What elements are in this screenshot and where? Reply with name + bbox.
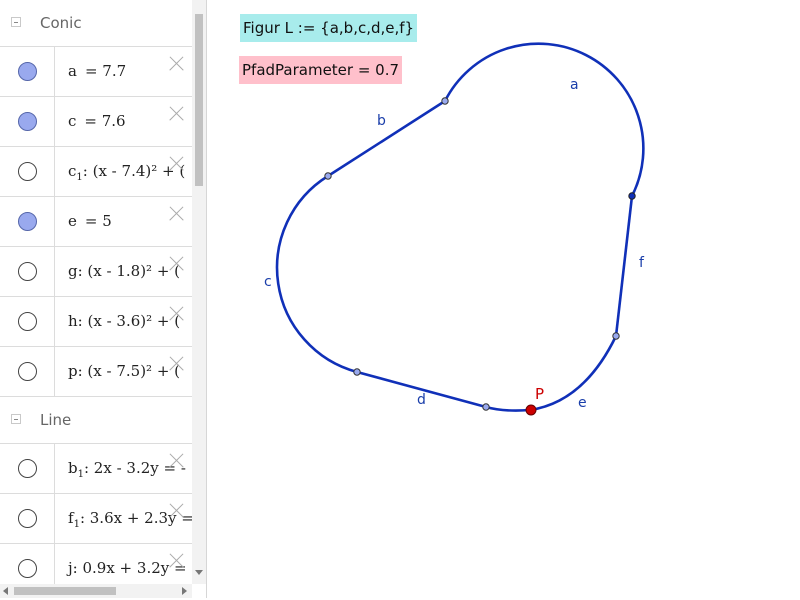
group-title: Line	[40, 411, 72, 429]
visibility-cell	[0, 97, 55, 146]
vertical-scrollbar[interactable]	[192, 0, 206, 584]
visibility-cell	[0, 47, 55, 96]
delete-icon[interactable]	[166, 551, 186, 571]
object-expression: : (x - 1.8)² + (	[77, 262, 181, 280]
delete-icon[interactable]	[166, 501, 186, 521]
vertex-point[interactable]	[441, 97, 449, 105]
path-parameter-text-box[interactable]: PfadParameter = 0.7	[239, 56, 403, 84]
algebra-row[interactable]: p: (x - 7.5)² + (	[0, 347, 192, 397]
object-name: p	[68, 362, 78, 380]
delete-icon[interactable]	[166, 204, 186, 224]
object-expression: = 7.7	[84, 62, 127, 80]
object-name: b	[68, 459, 78, 477]
graphics-canvas[interactable]: P a b c d e f	[212, 0, 800, 600]
delete-icon[interactable]	[166, 54, 186, 74]
visibility-toggle-icon[interactable]	[18, 559, 37, 578]
object-definition[interactable]: a = 7.7	[68, 62, 126, 80]
visibility-toggle-icon[interactable]	[18, 262, 37, 281]
delete-icon[interactable]	[166, 451, 186, 471]
algebra-row[interactable]: f1: 3.6x + 2.3y =	[0, 494, 194, 544]
visibility-toggle-icon[interactable]	[18, 362, 37, 381]
object-expression: = 7.6	[84, 112, 126, 130]
visibility-cell	[0, 347, 55, 396]
visibility-cell	[0, 147, 55, 196]
vertex-point[interactable]	[324, 172, 332, 180]
algebra-row[interactable]: a = 7.7	[0, 47, 192, 97]
object-expression: = 5	[84, 212, 112, 230]
object-name: e	[68, 212, 77, 230]
algebra-list: Conic a = 7.7 c = 7.6 c1: (x - 7.4)² + ( e = 5 g…	[0, 0, 194, 594]
object-name: a	[68, 62, 77, 80]
group-header-line[interactable]: Line	[0, 397, 192, 444]
visibility-toggle-icon[interactable]	[18, 212, 37, 231]
group-header-conic[interactable]: Conic	[0, 0, 192, 47]
delete-icon[interactable]	[166, 154, 186, 174]
object-definition[interactable]: h: (x - 3.6)² + (	[68, 312, 180, 330]
visibility-toggle-icon[interactable]	[18, 162, 37, 181]
label-f: f	[639, 255, 645, 271]
algebra-row[interactable]: c = 7.6	[0, 97, 192, 147]
vertex-point[interactable]	[612, 332, 620, 340]
scroll-down-arrow-icon[interactable]	[195, 570, 203, 575]
delete-icon[interactable]	[166, 104, 186, 124]
delete-icon[interactable]	[166, 354, 186, 374]
horizontal-scroll-thumb[interactable]	[14, 587, 116, 595]
visibility-cell	[0, 494, 55, 543]
visibility-cell	[0, 197, 55, 246]
visibility-cell	[0, 247, 55, 296]
label-c: c	[264, 274, 272, 290]
vertical-scroll-thumb[interactable]	[195, 14, 203, 186]
horizontal-scrollbar[interactable]	[0, 584, 192, 598]
collapse-icon[interactable]	[11, 17, 21, 27]
visibility-toggle-icon[interactable]	[18, 62, 37, 81]
point-p-label: P	[535, 385, 544, 403]
segment-f[interactable]	[614, 195, 634, 337]
algebra-view: Conic a = 7.7 c = 7.6 c1: (x - 7.4)² + ( e = 5 g…	[0, 0, 207, 598]
visibility-cell	[0, 444, 55, 493]
algebra-row[interactable]: c1: (x - 7.4)² + (	[0, 147, 192, 197]
label-a: a	[570, 77, 579, 93]
scroll-right-arrow-icon[interactable]	[182, 587, 187, 595]
label-b: b	[377, 113, 386, 129]
object-definition[interactable]: c = 7.6	[68, 112, 126, 130]
algebra-row[interactable]: h: (x - 3.6)² + (	[0, 297, 192, 347]
object-name: h	[68, 312, 78, 330]
object-definition[interactable]: p: (x - 7.5)² + (	[68, 362, 180, 380]
object-definition[interactable]: g: (x - 1.8)² + (	[68, 262, 180, 280]
figur-text-box[interactable]: Figur L := {a,b,c,d,e,f}	[240, 14, 418, 42]
object-expression: : (x - 7.5)² + (	[77, 362, 181, 380]
visibility-toggle-icon[interactable]	[18, 312, 37, 331]
visibility-toggle-icon[interactable]	[18, 112, 37, 131]
segment-b[interactable]	[327, 99, 446, 178]
arc-a[interactable]	[443, 42, 645, 197]
arc-c[interactable]	[275, 174, 358, 374]
delete-icon[interactable]	[166, 254, 186, 274]
algebra-row[interactable]: b1: 2x - 3.2y = -	[0, 444, 192, 494]
vertex-point[interactable]	[628, 192, 636, 200]
arc-e[interactable]	[485, 335, 618, 412]
object-name: c	[68, 112, 77, 130]
collapse-icon[interactable]	[11, 414, 21, 424]
label-d: d	[417, 392, 426, 408]
group-title: Conic	[40, 14, 82, 32]
visibility-toggle-icon[interactable]	[18, 509, 37, 528]
delete-icon[interactable]	[166, 304, 186, 324]
algebra-row[interactable]: g: (x - 1.8)² + (	[0, 247, 192, 297]
algebra-row[interactable]: e = 5	[0, 197, 192, 247]
object-expression: : (x - 3.6)² + (	[77, 312, 181, 330]
vertex-point[interactable]	[353, 368, 361, 376]
label-e: e	[578, 395, 587, 411]
point-p[interactable]	[525, 404, 537, 416]
scroll-left-arrow-icon[interactable]	[3, 587, 8, 595]
object-name: g	[68, 262, 78, 280]
vertex-point[interactable]	[482, 403, 490, 411]
visibility-toggle-icon[interactable]	[18, 459, 37, 478]
visibility-cell	[0, 297, 55, 346]
object-definition[interactable]: e = 5	[68, 212, 112, 230]
graphics-view[interactable]: P a b c d e f Figur L := {a,b,c,d,e,f} P…	[212, 0, 800, 600]
